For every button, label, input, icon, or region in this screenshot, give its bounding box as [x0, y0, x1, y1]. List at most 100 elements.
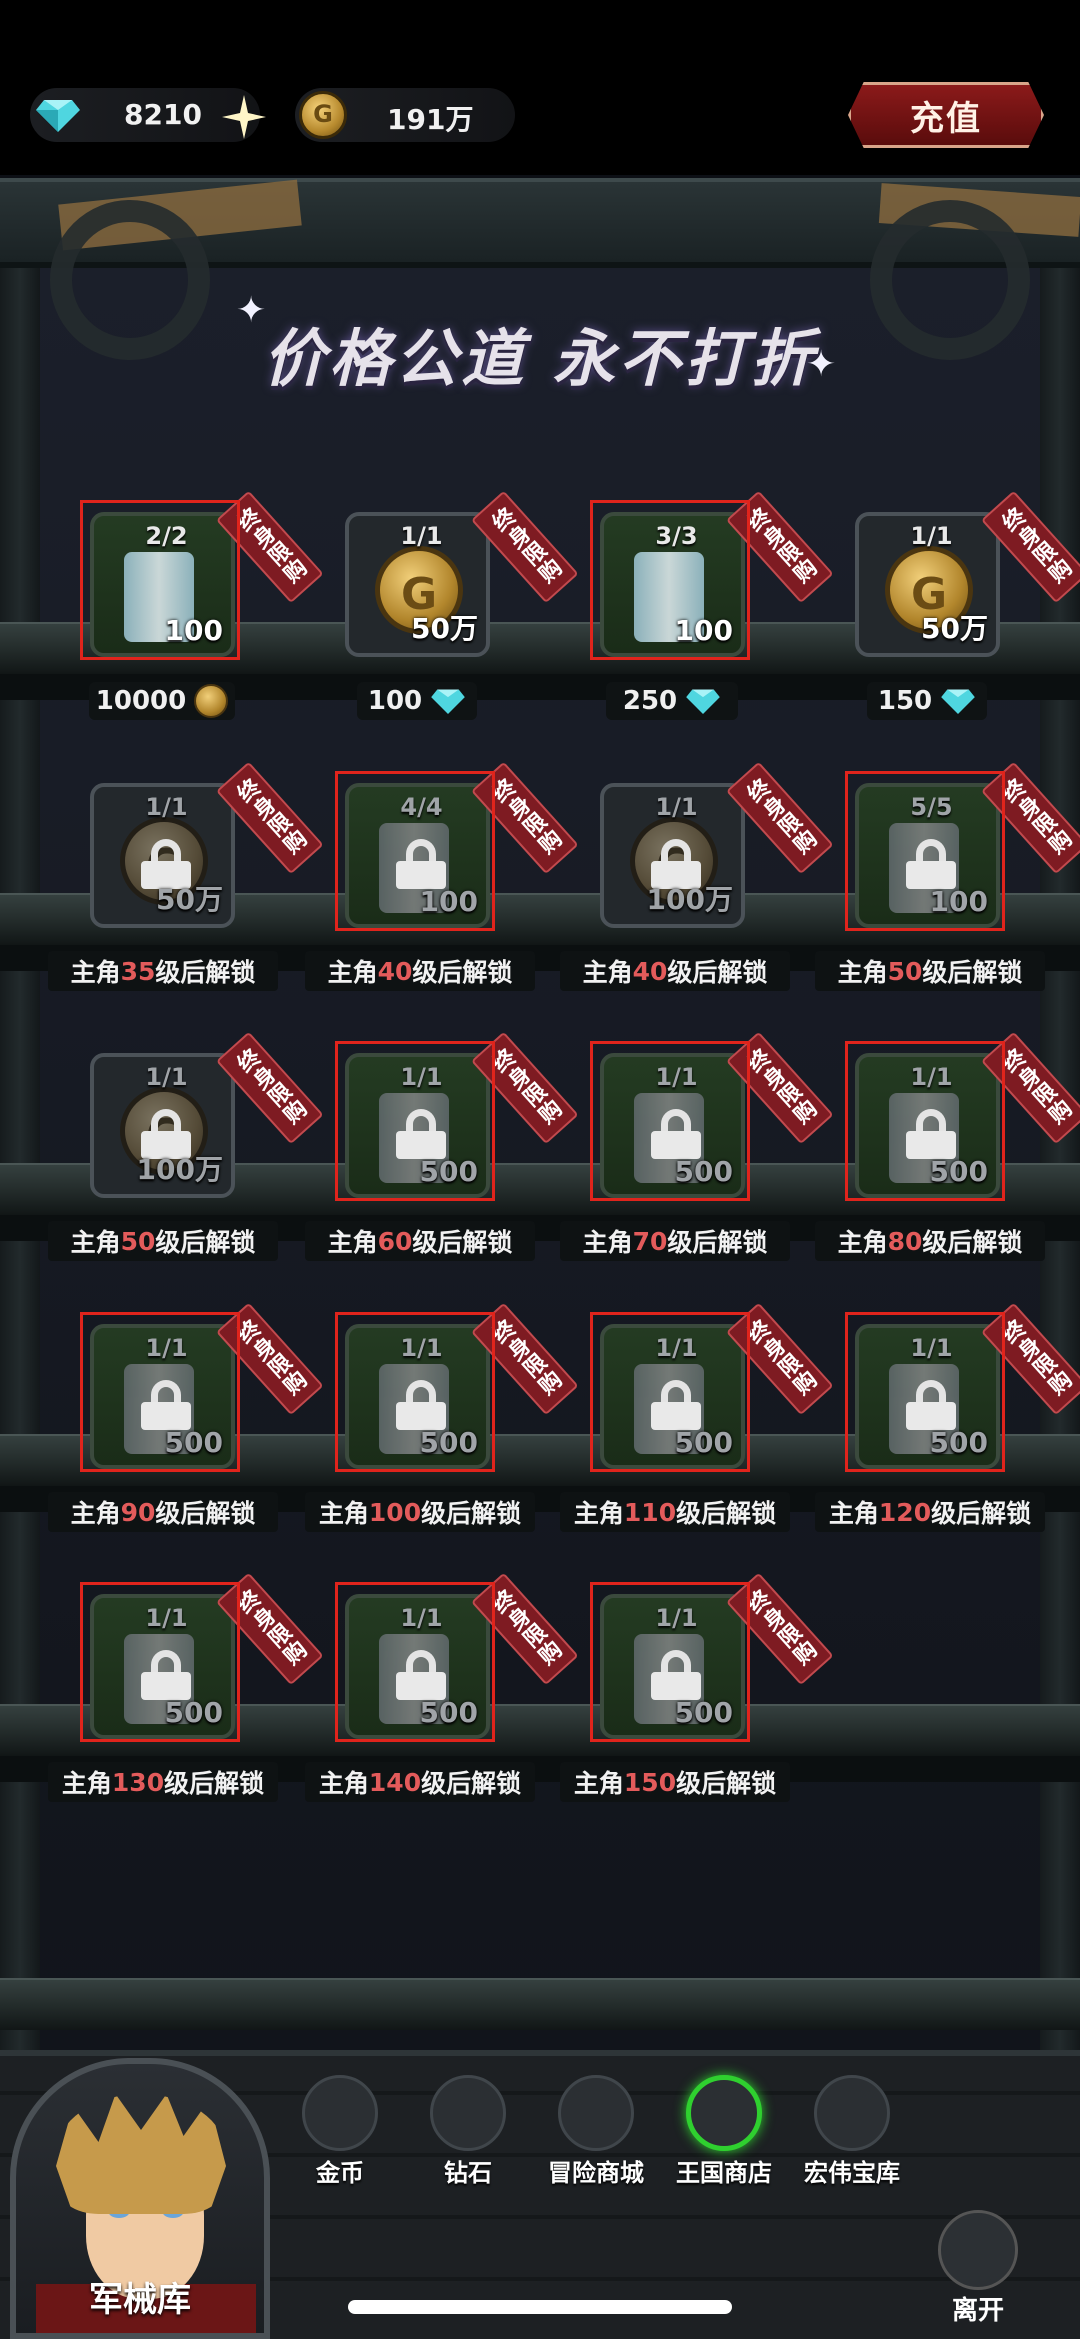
highlight-box: [80, 1312, 240, 1472]
price-button[interactable]: 100: [357, 682, 477, 720]
unlock-requirement: 主角 120 级后解锁: [815, 1492, 1045, 1532]
diamond-icon: [430, 2075, 506, 2151]
unlock-requirement: 主角 60 级后解锁: [305, 1221, 535, 1261]
unlock-text: 主角: [837, 958, 888, 987]
item-frame: 1/1 50万: [90, 783, 235, 928]
highlight-box: [845, 1312, 1005, 1472]
unlock-text: 主角: [61, 1769, 112, 1798]
shop-item[interactable]: 1/150万终身限购: [345, 490, 579, 657]
unlock-level: 80: [887, 1226, 923, 1256]
unlock-text: 主角: [70, 958, 121, 987]
exit-door-icon: [938, 2210, 1018, 2290]
purchase-limit: 1/1: [910, 522, 953, 550]
unlock-text: 主角: [318, 1499, 369, 1528]
unlock-text: 级后解锁: [676, 1769, 777, 1798]
armory-label[interactable]: 军械库: [10, 2272, 270, 2321]
purchase-limit: 1/1: [145, 793, 188, 821]
knight-helmet-icon: [558, 2075, 634, 2151]
unlock-text: 级后解锁: [922, 1228, 1023, 1257]
unlock-text: 主角: [582, 958, 633, 987]
unlock-text: 主角: [573, 1769, 624, 1798]
slogan: 价格公道 永不打折: [263, 322, 817, 395]
unlock-requirement: 主角 140 级后解锁: [305, 1762, 535, 1802]
unlock-level: 50: [887, 956, 923, 986]
unlock-text: 级后解锁: [922, 958, 1023, 987]
highlight-box: [335, 1312, 495, 1472]
tab-treasure-eye[interactable]: 宏伟宝库: [797, 2075, 907, 2187]
item-quantity: 50万: [156, 883, 223, 916]
unlock-level: 35: [120, 956, 156, 986]
unlock-text: 级后解锁: [412, 958, 513, 987]
unlock-text: 主角: [837, 1228, 888, 1257]
shop-item[interactable]: 1/1 500 终身限购: [845, 1031, 1080, 1201]
recharge-button[interactable]: 充值: [848, 82, 1044, 148]
shop-item[interactable]: 1/1 500 终身限购: [590, 1572, 834, 1742]
highlight-box: [590, 1041, 750, 1201]
shop-item[interactable]: 1/1 500 终身限购: [80, 1302, 324, 1472]
diamond-icon: [686, 689, 720, 714]
unlock-text: 级后解锁: [164, 1769, 265, 1798]
unlock-requirement: 主角 110 级后解锁: [560, 1492, 790, 1532]
unlock-text: 级后解锁: [155, 1499, 256, 1528]
item-frame: 1/1 50万: [855, 512, 1000, 657]
unlock-requirement: 主角 100 级后解锁: [305, 1492, 535, 1532]
unlock-level: 40: [377, 956, 413, 986]
shop-item[interactable]: 5/5 100 终身限购: [845, 761, 1080, 931]
unlock-requirement: 主角 70 级后解锁: [560, 1221, 790, 1261]
tab-crown[interactable]: 王国商店: [669, 2075, 779, 2187]
shop-item[interactable]: 1/150万终身限购: [855, 490, 1080, 657]
highlight-box: [590, 1312, 750, 1472]
home-indicator[interactable]: [348, 2300, 732, 2314]
unlock-text: 主角: [573, 1499, 624, 1528]
item-frame: 1/1 100万: [90, 1053, 235, 1198]
shop-item[interactable]: 1/1 500 终身限购: [335, 1031, 579, 1201]
unlock-requirement: 主角 50 级后解锁: [815, 951, 1045, 991]
shop-item[interactable]: 1/1 500 终身限购: [590, 1302, 834, 1472]
unlock-text: 级后解锁: [412, 1228, 513, 1257]
coin-count: 191万: [387, 103, 474, 136]
unlock-requirement: 主角 130 级后解锁: [48, 1762, 278, 1802]
shop-item[interactable]: 3/3 100 终身限购: [590, 490, 834, 660]
tab-diamond[interactable]: 钻石: [413, 2075, 523, 2187]
shop-item[interactable]: 1/1 500 终身限购: [335, 1572, 579, 1742]
unlock-text: 级后解锁: [155, 958, 256, 987]
shop-item[interactable]: 1/1 500 终身限购: [590, 1031, 834, 1201]
add-gems-icon[interactable]: [222, 95, 266, 139]
highlight-box: [80, 1582, 240, 1742]
highlight-box: [845, 771, 1005, 931]
item-quantity: 50万: [921, 612, 988, 645]
unlock-text: 级后解锁: [931, 1499, 1032, 1528]
unlock-level: 90: [120, 1497, 156, 1527]
item-quantity: 100万: [136, 1153, 223, 1186]
unlock-level: 70: [632, 1226, 668, 1256]
shop-item[interactable]: 2/2 100 终身限购: [80, 490, 324, 660]
unlock-text: 主角: [828, 1499, 879, 1528]
unlock-level: 40: [632, 956, 668, 986]
unlock-text: 主角: [70, 1228, 121, 1257]
tab-knight-helmet[interactable]: 冒险商城: [541, 2075, 651, 2187]
highlight-box: [80, 500, 240, 660]
shop-item[interactable]: 4/4 100 终身限购: [335, 761, 579, 931]
price-button[interactable]: 150: [867, 682, 987, 720]
unlock-text: 级后解锁: [676, 1499, 777, 1528]
highlight-box: [590, 1582, 750, 1742]
tab-gold-coin[interactable]: 金币: [285, 2075, 395, 2187]
shop-item[interactable]: 1/1 500 终身限购: [80, 1572, 324, 1742]
shop-item[interactable]: 1/1100万终身限购: [90, 1031, 324, 1198]
exit-button[interactable]: 离开: [928, 2210, 1028, 2326]
price-button[interactable]: 250: [606, 682, 738, 720]
price-button[interactable]: 10000: [89, 682, 235, 720]
unlock-requirement: 主角 80 级后解锁: [815, 1221, 1045, 1261]
shop-item[interactable]: 1/1100万终身限购: [600, 761, 834, 928]
highlight-box: [845, 1041, 1005, 1201]
gold-coin-icon: [302, 2075, 378, 2151]
price-value: 250: [622, 686, 678, 716]
shop-item[interactable]: 1/1 500 终身限购: [335, 1302, 579, 1472]
unlock-level: 130: [111, 1767, 165, 1797]
unlock-level: 60: [377, 1226, 413, 1256]
shop-item[interactable]: 1/1 500 终身限购: [845, 1302, 1080, 1472]
gem-count: 8210: [124, 98, 202, 131]
unlock-level: 140: [368, 1767, 422, 1797]
shop-item[interactable]: 1/150万终身限购: [90, 761, 324, 928]
highlight-box: [335, 771, 495, 931]
